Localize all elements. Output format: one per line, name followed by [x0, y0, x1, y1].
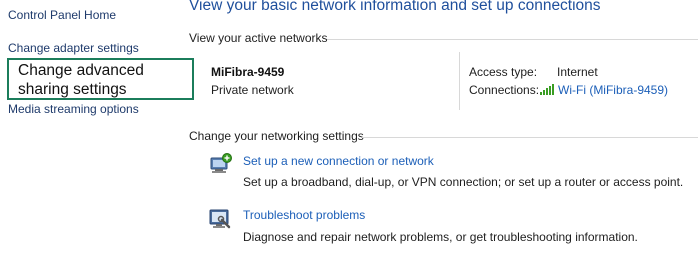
troubleshoot-description: Diagnose and repair network problems, or…: [243, 230, 638, 244]
sidebar-item-label: Change advanced sharing settings: [18, 62, 144, 98]
sidebar-item-change-adapter-settings[interactable]: Change adapter settings: [8, 41, 139, 55]
network-name: MiFibra-9459: [211, 65, 285, 79]
setup-connection-description: Set up a broadband, dial-up, or VPN conn…: [243, 175, 684, 189]
network-type: Private network: [211, 83, 294, 97]
connections-label: Connections:: [469, 83, 540, 97]
page-title: View your basic network information and …: [189, 0, 601, 14]
access-type-value: Internet: [557, 65, 598, 79]
wifi-signal-icon: [540, 84, 555, 95]
access-type-label: Access type:: [469, 65, 538, 79]
wifi-connection-link[interactable]: Wi-Fi (MiFibra-9459): [558, 83, 668, 97]
active-networks-header: View your active networks: [189, 31, 328, 45]
networking-settings-divider: [362, 137, 698, 138]
setup-connection-link[interactable]: Set up a new connection or network: [243, 154, 434, 168]
sidebar-item-control-panel-home[interactable]: Control Panel Home: [8, 8, 116, 22]
sidebar-item-media-streaming-options[interactable]: Media streaming options: [8, 102, 139, 116]
troubleshoot-link[interactable]: Troubleshoot problems: [243, 208, 365, 222]
new-connection-icon: [208, 153, 232, 175]
networking-settings-header: Change your networking settings: [189, 129, 364, 143]
network-divider: [459, 52, 460, 110]
troubleshoot-icon: [208, 208, 232, 230]
active-networks-divider: [327, 39, 698, 40]
sidebar-item-change-advanced-sharing-settings[interactable]: Change advanced sharing settings: [7, 58, 194, 100]
